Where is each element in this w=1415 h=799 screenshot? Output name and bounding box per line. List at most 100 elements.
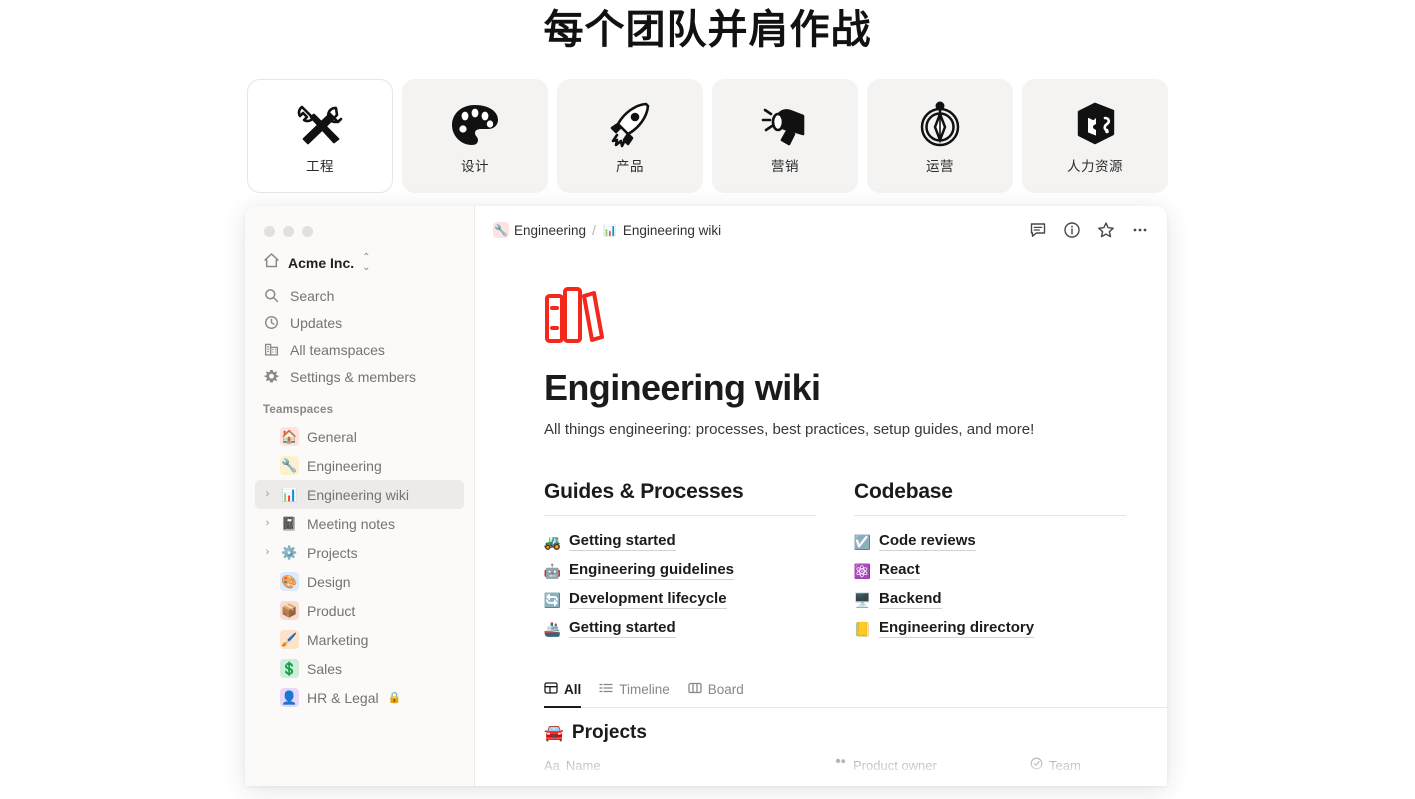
team-card-hr[interactable]: 人力资源 [1022, 79, 1168, 193]
hammer-and-wrench-icon [292, 97, 348, 153]
teamspace-emoji: 💲 [280, 659, 299, 678]
sidebar-item-design[interactable]: › 🎨 Design [255, 567, 464, 596]
sidebar-item-label: Sales [307, 661, 342, 677]
table-column-header-name[interactable]: Aa Name [544, 757, 834, 773]
sidebar-nav: Search Updates All teamspaces Settings &… [245, 280, 474, 390]
link-emoji: 📒 [854, 622, 871, 636]
books-icon[interactable] [544, 286, 1167, 349]
comment-icon[interactable] [1029, 221, 1047, 239]
main-pane: 🔧 Engineering / 📊 Engineering wiki [475, 206, 1167, 786]
link-label: Getting started [569, 532, 676, 551]
list-item[interactable]: ☑️ Code reviews [854, 527, 1126, 556]
sidebar-item-label: Engineering wiki [307, 487, 409, 503]
sidebar-item-label: Updates [290, 315, 342, 331]
breadcrumb: 🔧 Engineering / 📊 Engineering wiki [493, 222, 721, 238]
team-card-design[interactable]: 设计 [402, 79, 548, 193]
app-window: Acme Inc. ⌃⌄ Search Updates All teams [245, 206, 1167, 786]
sidebar-item-product[interactable]: › 📦 Product [255, 596, 464, 625]
person-icon [834, 757, 847, 773]
breadcrumb-separator: / [592, 223, 596, 238]
sidebar-item-search[interactable]: Search [255, 282, 464, 309]
sidebar-item-all-teamspaces[interactable]: All teamspaces [255, 336, 464, 363]
breadcrumb-emoji: 📊 [602, 222, 618, 238]
list-item[interactable]: 🚜 Getting started [544, 527, 816, 556]
divider [544, 515, 816, 516]
artist-palette-icon [447, 97, 503, 153]
sidebar-item-label: Design [307, 574, 351, 590]
sidebar-item-engineering[interactable]: › 🔧 Engineering [255, 451, 464, 480]
sidebar-item-label: All teamspaces [290, 342, 385, 358]
sidebar-item-updates[interactable]: Updates [255, 309, 464, 336]
table-column-header-team[interactable]: Team [1030, 757, 1081, 773]
chevron-right-icon[interactable]: › [263, 489, 272, 500]
list-item[interactable]: 🔄 Development lifecycle [544, 585, 816, 614]
breadcrumb-item-engineering-wiki[interactable]: 📊 Engineering wiki [602, 222, 721, 238]
list-item[interactable]: 📒 Engineering directory [854, 614, 1126, 643]
breadcrumb-item-engineering[interactable]: 🔧 Engineering [493, 222, 586, 238]
list-item[interactable]: ⚛️ React [854, 556, 1126, 585]
sidebar-item-projects[interactable]: › ⚙️ Projects [255, 538, 464, 567]
list-item[interactable]: 🚢 Getting started [544, 614, 816, 643]
document-description: All things engineering: processes, best … [544, 421, 1167, 438]
sidebar-item-settings-members[interactable]: Settings & members [255, 363, 464, 390]
table-column-header-product-owner[interactable]: Product owner [834, 757, 1030, 773]
star-icon[interactable] [1097, 221, 1115, 239]
team-card-product[interactable]: 产品 [557, 79, 703, 193]
breadcrumb-emoji: 🔧 [493, 222, 509, 238]
sidebar-item-label: Meeting notes [307, 516, 395, 532]
select-icon [1030, 757, 1043, 773]
link-label: Getting started [569, 619, 676, 638]
team-card-label: 设计 [461, 155, 489, 175]
sidebar-item-sales[interactable]: › 💲 Sales [255, 654, 464, 683]
sidebar-item-marketing[interactable]: › 🖌️ Marketing [255, 625, 464, 654]
list-item[interactable]: 🤖 Engineering guidelines [544, 556, 816, 585]
list-icon [599, 681, 613, 698]
teamspace-emoji: 🏠 [280, 427, 299, 446]
breadcrumb-label: Engineering [514, 223, 586, 238]
teamspace-emoji: ⚙️ [280, 543, 299, 562]
tab-label: All [564, 682, 581, 697]
chevron-right-icon[interactable]: › [263, 547, 272, 558]
link-emoji: ⚛️ [854, 564, 871, 578]
chevron-updown-icon: ⌃⌄ [362, 253, 370, 273]
maximize-button[interactable] [302, 226, 313, 237]
link-label: Backend [879, 590, 942, 609]
team-card-label: 人力资源 [1067, 155, 1123, 175]
sidebar-item-label: HR & Legal [307, 690, 379, 706]
workspace-switcher[interactable]: Acme Inc. ⌃⌄ [245, 237, 474, 280]
more-options-icon[interactable] [1131, 221, 1149, 239]
table-icon [544, 681, 558, 698]
team-card-operations[interactable]: 运营 [867, 79, 1013, 193]
clock-icon [263, 315, 280, 330]
info-icon[interactable] [1063, 221, 1081, 239]
list-item[interactable]: 🖥️ Backend [854, 585, 1126, 614]
topbar: 🔧 Engineering / 📊 Engineering wiki [475, 206, 1167, 254]
view-tabs: All Timeline Board [544, 681, 1167, 708]
database-title-row[interactable]: 🚘 Projects [544, 722, 1167, 744]
tab-timeline[interactable]: Timeline [599, 681, 670, 708]
minimize-button[interactable] [283, 226, 294, 237]
rocket-icon [602, 97, 658, 153]
team-card-marketing[interactable]: 营销 [712, 79, 858, 193]
link-label: Engineering directory [879, 619, 1034, 638]
tab-board[interactable]: Board [688, 681, 744, 708]
buildings-icon [263, 342, 280, 357]
document-body: Engineering wiki All things engineering:… [475, 286, 1167, 773]
sidebar-item-meeting-notes[interactable]: › 📓 Meeting notes [255, 509, 464, 538]
house-icon [263, 252, 280, 274]
chevron-right-icon[interactable]: › [263, 518, 272, 529]
sidebar-item-label: General [307, 429, 357, 445]
sidebar-item-engineering-wiki[interactable]: › 📊 Engineering wiki [255, 480, 464, 509]
sidebar-item-hr-legal[interactable]: › 👤 HR & Legal 🔒 [255, 683, 464, 712]
team-card-label: 营销 [771, 155, 799, 175]
link-label: Code reviews [879, 532, 976, 551]
sidebar-item-label: Marketing [307, 632, 368, 648]
teamspace-emoji: 📊 [280, 485, 299, 504]
team-card-engineering[interactable]: 工程 [247, 79, 393, 193]
sidebar-item-general[interactable]: › 🏠 General [255, 422, 464, 451]
sidebar-item-label: Projects [307, 545, 358, 561]
tab-all[interactable]: All [544, 681, 581, 708]
team-card-label: 工程 [306, 155, 334, 175]
close-button[interactable] [264, 226, 275, 237]
link-emoji: 🚢 [544, 622, 561, 636]
